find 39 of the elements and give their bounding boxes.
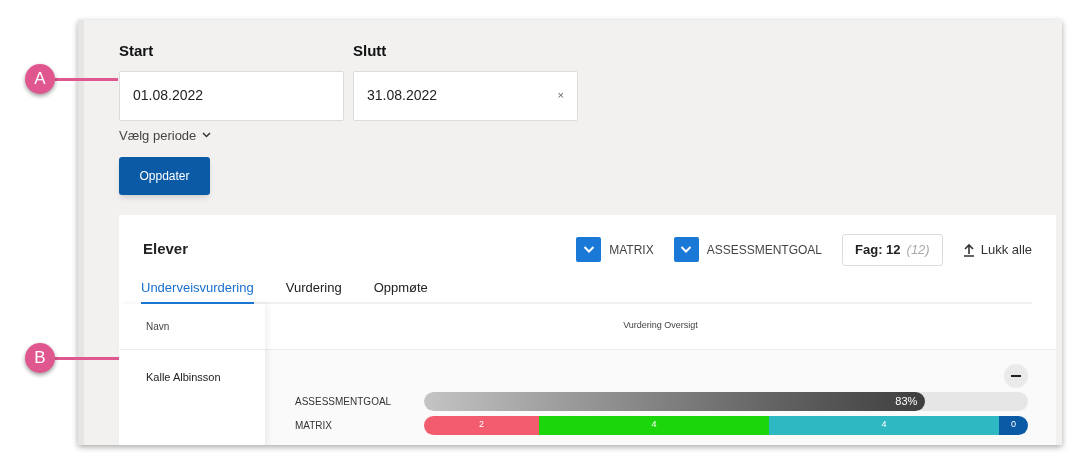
date-field[interactable]: 01.08.2022	[119, 70, 344, 121]
check-icon	[680, 245, 693, 254]
field-label: Start	[119, 41, 155, 61]
checkbox-label: MATRIX	[609, 241, 654, 259]
callout-marker: B	[25, 343, 55, 373]
bar-label: ASSESSMENTGOAL	[295, 394, 393, 409]
checkbox[interactable]	[673, 237, 699, 262]
collapse-button[interactable]	[1004, 363, 1028, 388]
subjects-button[interactable]: Fag: 12 (12)	[842, 233, 943, 266]
chevron-down-icon	[202, 132, 212, 139]
field-label: Slutt	[353, 41, 388, 61]
checkbox[interactable]	[576, 237, 602, 262]
callout-line	[55, 357, 121, 360]
date-field[interactable]: 31.08.2022 ×	[353, 70, 578, 121]
period-dropdown[interactable]: Vælg periode	[119, 125, 212, 145]
checkbox-label: ASSESSMENTGOAL	[706, 241, 823, 259]
update-button[interactable]: Oppdater	[119, 156, 210, 195]
bar-label: MATRIX	[295, 418, 334, 433]
subjects-count: Fag: 12	[855, 240, 901, 259]
card-title: Elever	[143, 239, 190, 260]
date-value: 31.08.2022	[367, 86, 438, 105]
callout-marker: A	[25, 64, 55, 94]
bar-segment: 4	[539, 415, 769, 435]
clear-button[interactable]: ×	[557, 87, 564, 104]
column-header: Navn	[146, 319, 170, 334]
bar-segment: 0	[999, 415, 1028, 435]
bar-segment: 2	[424, 415, 539, 435]
progress-reading: 83%	[895, 393, 918, 409]
column-header: Vurdering Oversigt	[623, 319, 698, 333]
upload-arrow-icon	[962, 242, 975, 257]
check-icon	[582, 245, 595, 254]
tab[interactable]: Vurdering	[285, 277, 342, 304]
callout-line	[55, 78, 118, 81]
collapse-all-button[interactable]: Lukk alle	[962, 239, 1032, 260]
student-name: Kalle Albinsson	[146, 370, 221, 383]
subjects-total: (12)	[906, 240, 930, 259]
tab[interactable]: Oppmøte	[373, 277, 428, 304]
minus-icon	[1011, 374, 1021, 377]
bar-segment: 4	[769, 415, 999, 435]
